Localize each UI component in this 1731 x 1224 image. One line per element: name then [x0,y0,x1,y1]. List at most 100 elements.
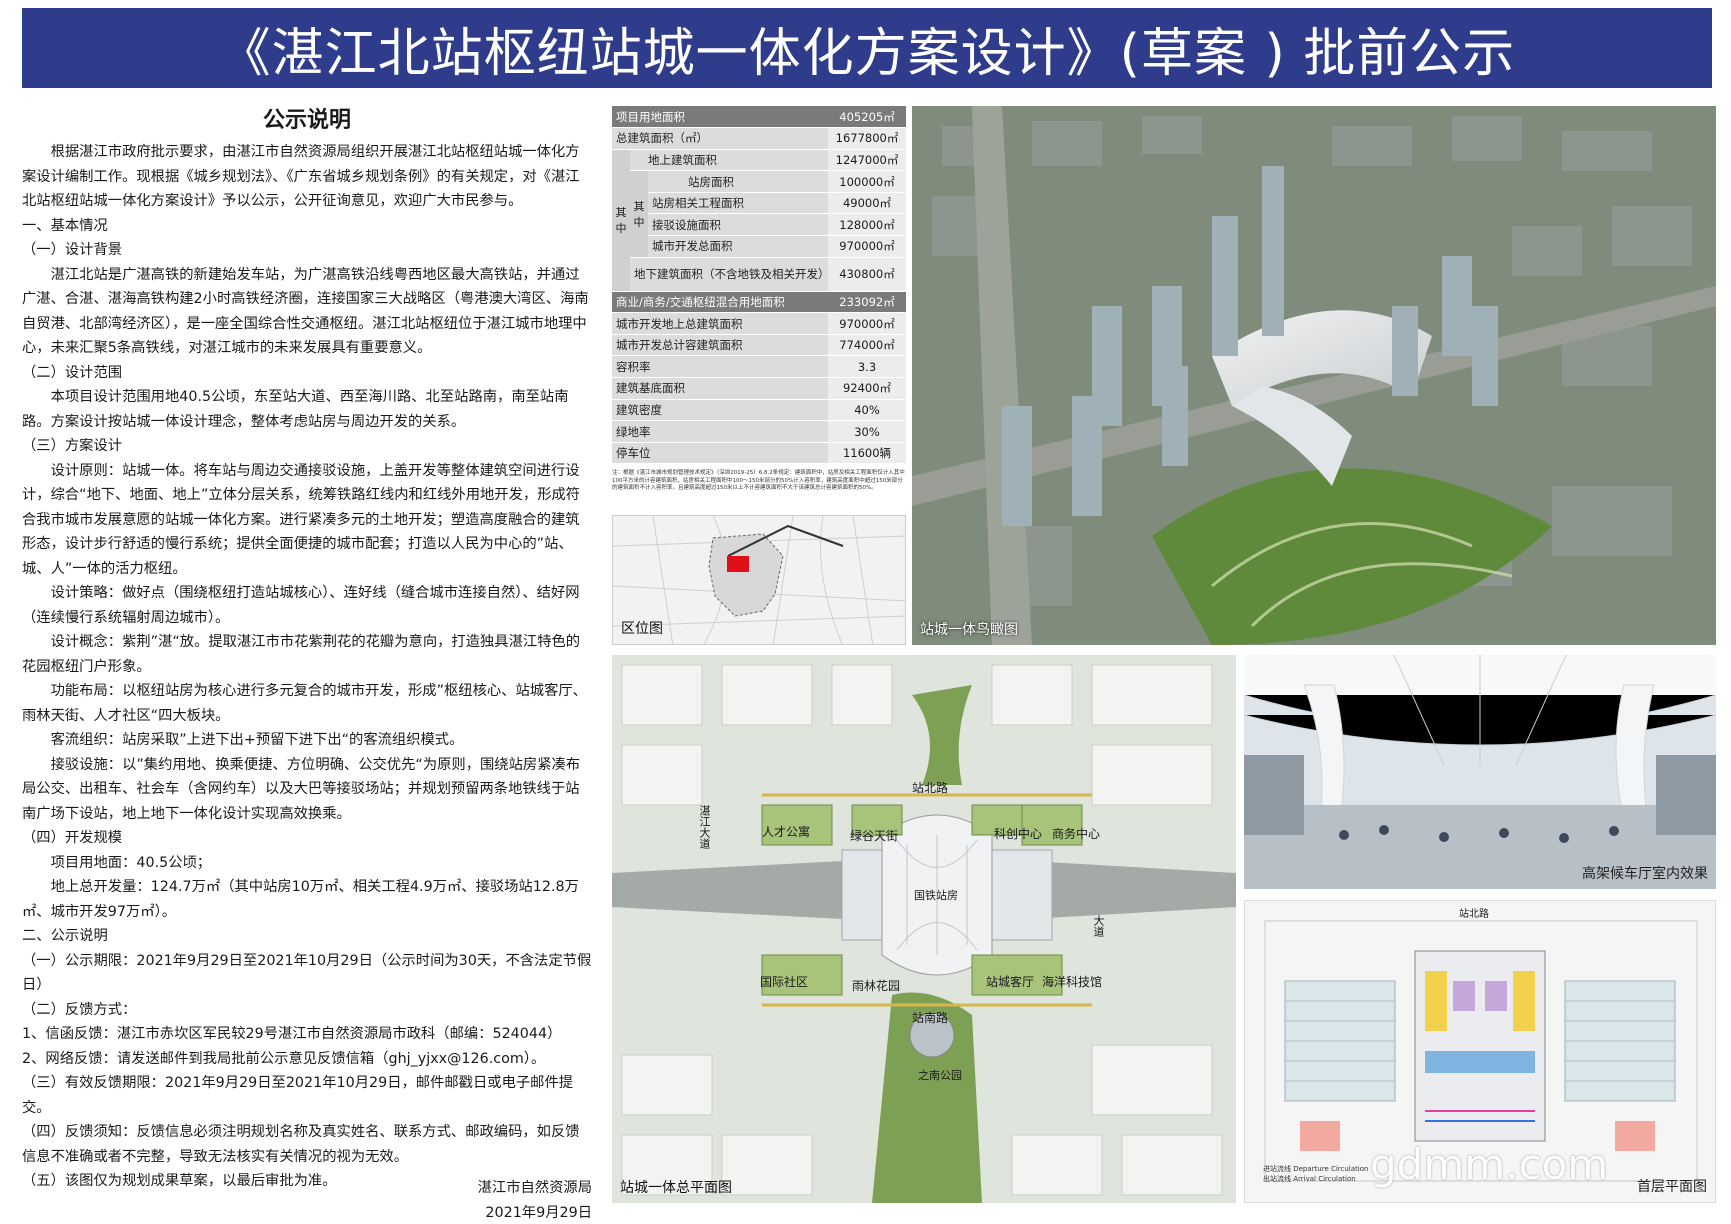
stats-group-inner: 其中 [630,170,648,258]
stats-row: 总建筑面积（㎡） 1677800㎡ [612,127,906,150]
stats-table: 项目用地面积 405205㎡ 总建筑面积（㎡） 1677800㎡ 其中 地上建筑面积 1… [612,106,906,465]
location-map: 区位图 [612,515,906,645]
plan-label-west-road: 湛江大道 [698,805,711,849]
stats-label: 站房面积 [648,170,828,193]
legend-departure: 进站流线 Departure Circulation [1263,1165,1369,1173]
plan-label-haiyang: 海洋科技馆 [1042,975,1103,989]
stats-label: 商业/商务/交通枢纽混合用地面积 [612,291,828,314]
interior-view: 高架候车厅室内效果 [1244,655,1716,889]
stats-group-outer: 其中 [612,149,630,292]
stats-row: 绿地率 30% [612,420,906,443]
feedback-notes: （四）反馈须知：反馈信息必须注明规划名称及真实姓名、联系方式、邮政编码，如反馈信… [22,1124,580,1165]
plan-label-guotie: 国铁站房 [914,889,958,902]
stats-row: 地下建筑面积（不含地铁及相关开发） 430800㎡ [612,257,906,292]
feedback-deadline: （三）有效反馈期限：2021年9月29日至2021年10月29日，邮件邮戳日或电… [22,1075,574,1116]
publicity-period: （一）公示期限：2021年9月29日至2021年10月29日（公示时间为30天，… [22,952,592,994]
floor-plan-legend: 进站流线 Departure Circulation 出站流线 Arrival … [1263,1164,1368,1184]
stats-value: 1677800㎡ [828,127,906,150]
stats-value: 100000㎡ [828,170,906,193]
stats-value: 430800㎡ [828,257,906,292]
watermark: gdmm.com [1370,1140,1609,1189]
floor-plan-caption: 首层平面图 [1637,1179,1707,1195]
legend-arrival: 出站流线 Arrival Circulation [1263,1175,1356,1183]
design-strategy: 设计策略：做好点（围绕枢纽打造站城核心）、连好线（缝合城市连接自然）、结好网（连… [22,585,580,626]
plan-label-yulin: 雨林花园 [852,979,901,993]
floor-plan-road-label: 站北路 [1459,909,1489,920]
function-layout: 功能布局：以枢纽站房为核心进行多元复合的城市开发，形成”枢纽核心、站城客厅、雨林… [22,683,587,724]
stats-value: 970000㎡ [828,312,906,335]
stats-label: 停车位 [612,442,828,465]
plan-label-east-road: 大道 [1092,915,1105,937]
stats-label: 地下建筑面积（不含地铁及相关开发） [630,257,830,292]
stats-label: 站房相关工程面积 [648,192,828,215]
scale-area: 项目用地面：40.5公顷； [50,854,212,871]
stats-row: 项目用地面积 405205㎡ [612,106,906,129]
stats-row: 商业/商务/交通枢纽混合用地面积 233092㎡ [612,291,906,314]
master-plan-caption: 站城一体总平面图 [620,1180,732,1196]
stats-value: 3.3 [828,355,906,379]
stats-value: 11600辆 [828,442,906,465]
stats-value: 30% [828,420,906,443]
aerial-view: 站城一体鸟瞰图 [912,106,1716,645]
stats-label: 建筑密度 [612,399,828,422]
plan-label-rencai: 人才公寓 [762,825,811,839]
aerial-render [912,106,1716,645]
stats-label: 容积率 [612,355,828,379]
stats-value: 233092㎡ [828,291,906,314]
interior-render [1244,655,1716,889]
plan-label-zhannan-road: 站南路 [912,1011,949,1025]
plan-label-lvgu: 绿谷天街 [850,829,899,843]
stats-label: 地上建筑面积 [630,149,828,172]
section-design: （三）方案设计 [22,438,123,454]
stats-label: 建筑基底面积 [612,377,828,400]
transfer-facilities: 接驳设施：以”集约用地、换乘便捷、方位明确、公交优先“为原则，围绕站房紧凑布局公… [22,756,581,822]
plan-label-guoji: 国际社区 [760,975,809,989]
page-title: 《湛江北站枢纽站城一体化方案设计》(草案 ) 批前公示 [22,8,1712,88]
stats-value: 40% [828,399,906,422]
stats-label: 城市开发地上总建筑面积 [612,312,828,335]
stats-row: 其中 地上建筑面积 1247000㎡ [612,149,906,292]
stats-value: 774000㎡ [828,334,906,357]
stats-label: 接驳设施面积 [648,213,828,237]
master-plan-drawing [612,655,1236,1203]
stats-value: 92400㎡ [828,377,906,400]
stats-value: 128000㎡ [828,213,906,237]
section-scope: （二）设计范围 [22,364,123,381]
plan-label-zhancheng: 站城客厅 [986,975,1035,989]
stats-label: 总建筑面积（㎡） [612,127,828,150]
passenger-flow: 客流组织：站房采取”上进下出+预留下进下出“的客流组织模式。 [50,732,464,748]
section-basic: 一、基本情况 [22,217,108,234]
notice-intro: 根据湛江市政府批示要求，由湛江市自然资源局组织开展湛江北站枢纽站城一体化方案设计… [22,144,580,209]
section-publicity: 二、公示说明 [22,928,108,944]
stats-value: 49000㎡ [828,192,906,215]
master-plan: 人才公寓 绿谷天街 科创中心 商务中心 国际社区 雨林花园 站城客厅 海洋科技馆… [612,655,1236,1203]
stats-row: 容积率 3.3 [612,355,906,379]
aerial-caption: 站城一体鸟瞰图 [920,622,1018,638]
scope-text: 本项目设计范围用地40.5公顷，东至站大道、西至海川路、北至站路南，南至站南路。… [22,389,569,430]
signature-date: 2021年9月29日 [485,1205,592,1221]
stats-row: 城市开发地上总建筑面积 970000㎡ [612,312,906,335]
stats-footnote: 注：根据《湛江市城市规划管理技术规定》（深圳2019-25）6.8.2条规定：建… [612,470,905,491]
stats-value: 970000㎡ [828,235,906,258]
plan-label-kechuang: 科创中心 [994,827,1043,841]
stats-label: 城市开发总面积 [648,235,828,258]
stats-row: 建筑密度 40% [612,399,906,422]
stats-row: 其中 站房面积 100000㎡ [612,170,906,258]
design-principle: 设计原则：站城一体。将车站与周边交通接驳设施，上盖开发等整体建筑空间进行设计，综… [22,462,581,577]
scale-total: 地上总开发量：124.7万㎡（其中站房10万㎡、相关工程4.9万㎡、接驳场站12… [22,879,579,920]
stats-value: 405205㎡ [828,106,906,129]
plan-label-zhanbei-road: 站北路 [912,781,949,795]
signature-org: 湛江市自然资源局 [477,1180,592,1196]
feedback-methods: （二）反馈方式： [22,1001,137,1018]
interior-caption: 高架候车厅室内效果 [1582,866,1708,882]
plan-label-zhinan: 之南公园 [918,1069,962,1082]
section-scale: （四）开发规模 [22,830,123,846]
plan-label-shangwu: 商务中心 [1052,827,1101,841]
notice-heading: 公示说明 [262,108,351,133]
location-map-caption: 区位图 [621,621,663,637]
stats-row: 城市开发总面积 970000㎡ [612,235,906,258]
stats-row: 停车位 11600辆 [612,442,906,465]
feedback-letter: 1、信函反馈：湛江市赤坎区军民较29号湛江市自然资源局市政科（邮编：524044… [22,1026,562,1042]
notice-section: 公示说明 根据湛江市政府批示要求，由湛江市自然资源局组织开展湛江北站枢纽站城一体… [22,104,592,1221]
section-background: （一）设计背景 [22,242,123,258]
